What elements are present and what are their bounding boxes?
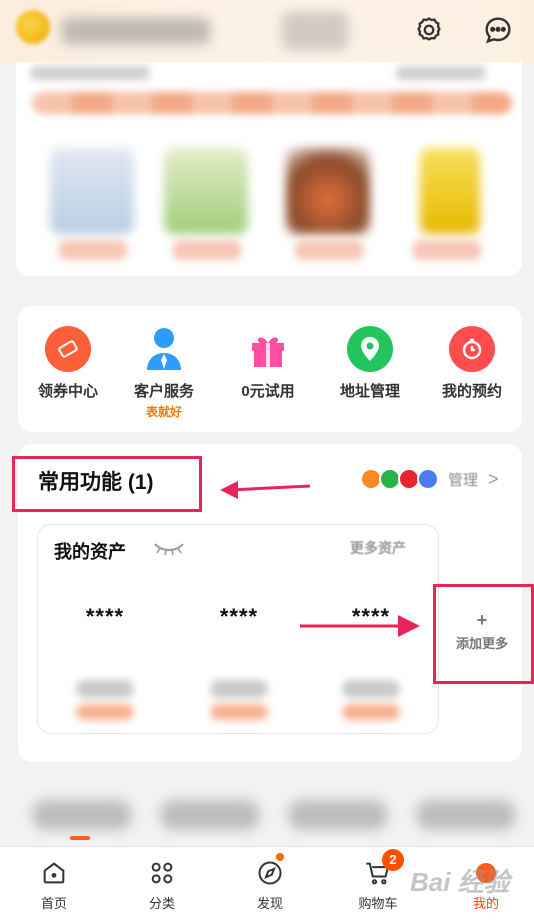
blurred-member-tag <box>282 12 348 50</box>
more-assets-link[interactable]: 更多资产 <box>350 538 406 558</box>
cart-count-badge: 2 <box>382 849 404 871</box>
blurred-tab-strip <box>0 770 534 842</box>
notification-dot <box>276 853 284 861</box>
tab-label: 发现 <box>256 896 283 911</box>
service-sublabel: 表就好 <box>145 405 182 419</box>
manage-button[interactable]: 管理 > <box>360 464 500 494</box>
watermark-text: Bai 经验 <box>410 867 510 897</box>
service-label: 地址管理 <box>339 383 400 400</box>
tab-label: 分类 <box>148 896 175 911</box>
settings-gear-icon[interactable] <box>412 13 446 47</box>
blurred-tab[interactable] <box>160 800 260 830</box>
manage-mini-icons <box>360 468 439 490</box>
service-coupon-center[interactable]: 领券中心 <box>20 326 116 426</box>
my-assets-title: 我的资产 <box>54 542 126 562</box>
service-my-appointments[interactable]: 我的预约 <box>424 326 520 426</box>
service-label: 领券中心 <box>37 383 98 400</box>
chevron-right-icon: > <box>488 468 499 489</box>
top-header <box>0 0 534 64</box>
annotation-arrow-right-icon <box>300 615 420 637</box>
blurred-tab[interactable] <box>32 800 132 830</box>
category-grid-icon <box>122 857 202 889</box>
eye-closed-icon[interactable] <box>152 540 186 556</box>
blurred-product-image[interactable] <box>286 148 370 234</box>
blurred-price <box>412 240 482 260</box>
tab-cart[interactable]: 2 购物车 <box>338 849 418 912</box>
cart-icon: 2 <box>338 849 418 889</box>
service-address-management[interactable]: 地址管理 <box>322 326 418 426</box>
manage-label: 管理 <box>448 471 479 489</box>
blurred-text <box>342 680 400 698</box>
asset-item[interactable]: **** <box>60 604 150 720</box>
blurred-text <box>76 704 134 720</box>
hidden-asset-value: **** <box>219 604 259 629</box>
blurred-text <box>210 680 268 698</box>
recommendation-card <box>16 62 522 276</box>
home-icon <box>14 857 94 889</box>
message-bubble-icon[interactable] <box>481 13 515 47</box>
clock-icon <box>449 326 495 372</box>
blurred-banner <box>32 92 512 114</box>
quick-services-card: 领券中心 客户服务 表就好 0元试用 地址管理 我的预约 <box>18 306 522 432</box>
blurred-username <box>62 18 210 44</box>
service-label: 0元试用 <box>241 383 295 400</box>
compass-icon <box>230 853 310 889</box>
blurred-text <box>210 704 268 720</box>
blurred-product-image[interactable] <box>50 148 134 234</box>
blurred-text <box>342 704 400 720</box>
tab-label: 首页 <box>40 896 67 911</box>
service-person-icon <box>141 326 187 372</box>
blurred-product-image[interactable] <box>420 148 480 234</box>
gift-icon <box>245 326 291 372</box>
mini-app-icon <box>417 468 439 490</box>
user-avatar[interactable] <box>16 10 50 44</box>
location-pin-icon <box>347 326 393 372</box>
active-tab-indicator <box>70 836 90 840</box>
tab-category[interactable]: 分类 <box>122 857 202 912</box>
tab-home[interactable]: 首页 <box>14 857 94 912</box>
service-customer-service[interactable]: 客户服务 表就好 <box>116 326 212 426</box>
annotation-arrow-left-icon <box>220 481 311 499</box>
blurred-tab[interactable] <box>416 800 516 830</box>
blurred-tab[interactable] <box>288 800 388 830</box>
blurred-price <box>294 240 364 260</box>
annotation-box-add-more <box>433 584 534 684</box>
coupon-icon <box>45 326 91 372</box>
service-label: 我的预约 <box>441 383 502 400</box>
service-label: 客户服务 <box>133 383 194 400</box>
service-free-trial[interactable]: 0元试用 <box>220 326 316 426</box>
tab-label: 购物车 <box>358 896 398 911</box>
hidden-asset-value: **** <box>85 604 125 629</box>
blurred-product-image[interactable] <box>164 148 248 234</box>
annotation-box-title <box>12 456 202 512</box>
blurred-price <box>58 240 128 260</box>
blurred-text <box>76 680 134 698</box>
tab-discover[interactable]: 发现 <box>230 853 310 912</box>
blurred-text <box>396 66 486 80</box>
blurred-price <box>172 240 242 260</box>
asset-item[interactable]: **** <box>194 604 284 720</box>
blurred-text <box>30 66 150 80</box>
